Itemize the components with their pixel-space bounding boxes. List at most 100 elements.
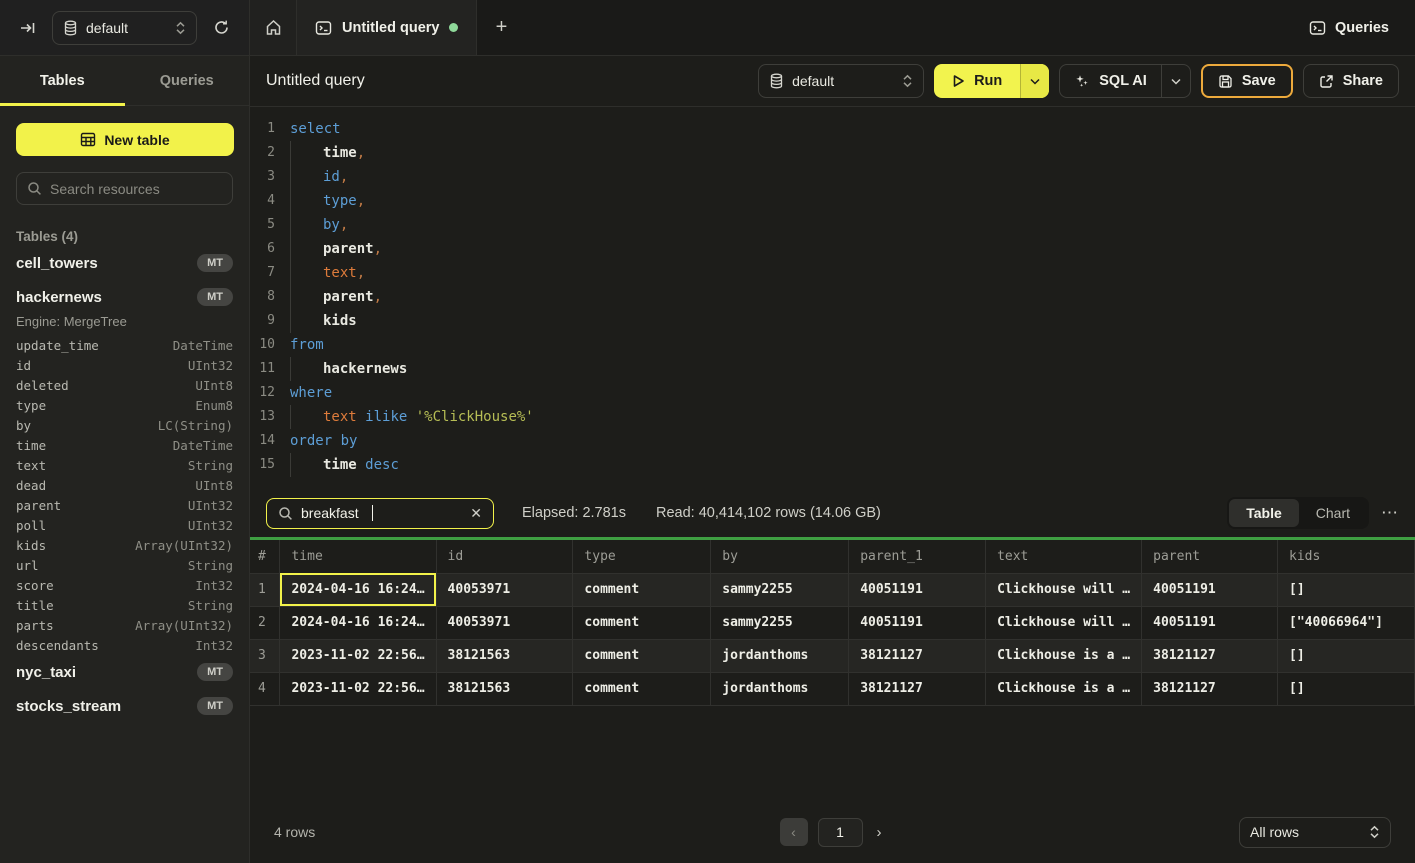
code-line[interactable]: 4type,	[250, 189, 1415, 213]
column-row[interactable]: deadUInt8	[0, 475, 249, 495]
code-line[interactable]: 9kids	[250, 309, 1415, 333]
code-line[interactable]: 15time desc	[250, 453, 1415, 477]
next-page-button[interactable]: ›	[873, 820, 886, 845]
column-header-by[interactable]: by	[711, 540, 849, 573]
page-number-input[interactable]: 1	[818, 818, 863, 847]
cell[interactable]: 40051191	[849, 606, 986, 639]
cell[interactable]: []	[1278, 639, 1415, 672]
column-row[interactable]: parentUInt32	[0, 495, 249, 515]
toolbar-database-select[interactable]: default	[758, 64, 924, 98]
code-line[interactable]: 7text,	[250, 261, 1415, 285]
code-line[interactable]: 12where	[250, 381, 1415, 405]
cell[interactable]: []	[1278, 573, 1415, 606]
save-button[interactable]: Save	[1201, 64, 1293, 98]
column-header-id[interactable]: id	[436, 540, 573, 573]
cell[interactable]: 2023-11-02 22:56…	[280, 639, 436, 672]
column-row[interactable]: typeEnum8	[0, 395, 249, 415]
table-item-nyc_taxi[interactable]: nyc_taxiMT	[0, 655, 249, 689]
sql-editor[interactable]: 1select2time,3id,4type,5by,6parent,7text…	[250, 107, 1415, 489]
clear-search-icon[interactable]: ✕	[470, 505, 482, 522]
run-button[interactable]: Run	[934, 64, 1020, 98]
more-options-icon[interactable]: ⋯	[1381, 503, 1399, 523]
cell[interactable]: 38121127	[1142, 639, 1278, 672]
column-row[interactable]: timeDateTime	[0, 435, 249, 455]
results-search[interactable]: ✕	[266, 498, 494, 529]
queries-button[interactable]: Queries	[1309, 20, 1389, 36]
results-search-input[interactable]	[301, 505, 373, 521]
code-line[interactable]: 6parent,	[250, 237, 1415, 261]
table-item-cell_towers[interactable]: cell_towersMT	[0, 246, 249, 280]
database-select[interactable]: default	[52, 11, 197, 45]
column-header-type[interactable]: type	[573, 540, 711, 573]
page-size-select[interactable]: All rows	[1239, 817, 1391, 848]
cell[interactable]: 2024-04-16 16:24…	[280, 573, 436, 606]
cell[interactable]: 2	[250, 606, 280, 639]
column-row[interactable]: titleString	[0, 595, 249, 615]
cell[interactable]: 38121127	[849, 672, 986, 705]
cell[interactable]: ["40066964"]	[1278, 606, 1415, 639]
column-row[interactable]: textString	[0, 455, 249, 475]
new-tab-button[interactable]: +	[477, 0, 525, 55]
code-line[interactable]: 8parent,	[250, 285, 1415, 309]
sql-ai-button[interactable]: SQL AI	[1060, 65, 1161, 97]
code-line[interactable]: 3id,	[250, 165, 1415, 189]
code-line[interactable]: 14order by	[250, 429, 1415, 453]
cell[interactable]: Clickhouse will …	[986, 573, 1142, 606]
refresh-icon[interactable]	[207, 14, 235, 42]
cell[interactable]: Clickhouse is a …	[986, 672, 1142, 705]
cell[interactable]: 38121127	[1142, 672, 1278, 705]
column-row[interactable]: urlString	[0, 555, 249, 575]
code-line[interactable]: 5by,	[250, 213, 1415, 237]
table-item-stocks_stream[interactable]: stocks_streamMT	[0, 689, 249, 723]
column-row[interactable]: scoreInt32	[0, 575, 249, 595]
column-header-text[interactable]: text	[986, 540, 1142, 573]
cell[interactable]: comment	[573, 672, 711, 705]
cell[interactable]: 40053971	[436, 606, 573, 639]
prev-page-button[interactable]: ‹	[780, 818, 808, 846]
code-line[interactable]: 10from	[250, 333, 1415, 357]
column-row[interactable]: byLC(String)	[0, 415, 249, 435]
sql-ai-options-button[interactable]	[1161, 65, 1190, 97]
new-table-button[interactable]: New table	[16, 123, 234, 156]
collapse-sidebar-icon[interactable]	[14, 14, 42, 42]
view-tab-table[interactable]: Table	[1229, 499, 1299, 527]
cell[interactable]: comment	[573, 639, 711, 672]
code-line[interactable]: 11hackernews	[250, 357, 1415, 381]
cell[interactable]: 40051191	[1142, 606, 1278, 639]
cell[interactable]: 38121127	[849, 639, 986, 672]
code-line[interactable]: 13text ilike '%ClickHouse%'	[250, 405, 1415, 429]
run-options-button[interactable]	[1020, 64, 1049, 98]
column-row[interactable]: pollUInt32	[0, 515, 249, 535]
cell[interactable]: 2024-04-16 16:24…	[280, 606, 436, 639]
cell[interactable]: 4	[250, 672, 280, 705]
sidebar-tab-tables[interactable]: Tables	[0, 56, 125, 105]
cell[interactable]: []	[1278, 672, 1415, 705]
cell[interactable]: 2023-11-02 22:56…	[280, 672, 436, 705]
cell[interactable]: comment	[573, 606, 711, 639]
cell[interactable]: comment	[573, 573, 711, 606]
cell[interactable]: Clickhouse is a …	[986, 639, 1142, 672]
cell[interactable]: 40053971	[436, 573, 573, 606]
column-row[interactable]: partsArray(UInt32)	[0, 615, 249, 635]
column-row[interactable]: idUInt32	[0, 355, 249, 375]
cell[interactable]: 40051191	[849, 573, 986, 606]
cell[interactable]: Clickhouse will …	[986, 606, 1142, 639]
cell[interactable]: jordanthoms	[711, 672, 849, 705]
column-row[interactable]: descendantsInt32	[0, 635, 249, 655]
sidebar-search-input[interactable]	[50, 181, 222, 197]
column-header-#[interactable]: #	[250, 540, 280, 573]
cell[interactable]: 40051191	[1142, 573, 1278, 606]
tab-home[interactable]	[250, 0, 297, 55]
code-line[interactable]: 2time,	[250, 141, 1415, 165]
table-item-hackernews[interactable]: hackernewsMT	[0, 280, 249, 314]
tab-untitled-query[interactable]: Untitled query	[297, 0, 477, 55]
sidebar-tab-queries[interactable]: Queries	[125, 56, 250, 105]
cell[interactable]: 38121563	[436, 672, 573, 705]
column-header-kids[interactable]: kids	[1278, 540, 1415, 573]
code-line[interactable]: 1select	[250, 117, 1415, 141]
column-row[interactable]: update_timeDateTime	[0, 335, 249, 355]
cell[interactable]: sammy2255	[711, 573, 849, 606]
cell[interactable]: jordanthoms	[711, 639, 849, 672]
column-header-parent[interactable]: parent	[1142, 540, 1278, 573]
cell[interactable]: 38121563	[436, 639, 573, 672]
